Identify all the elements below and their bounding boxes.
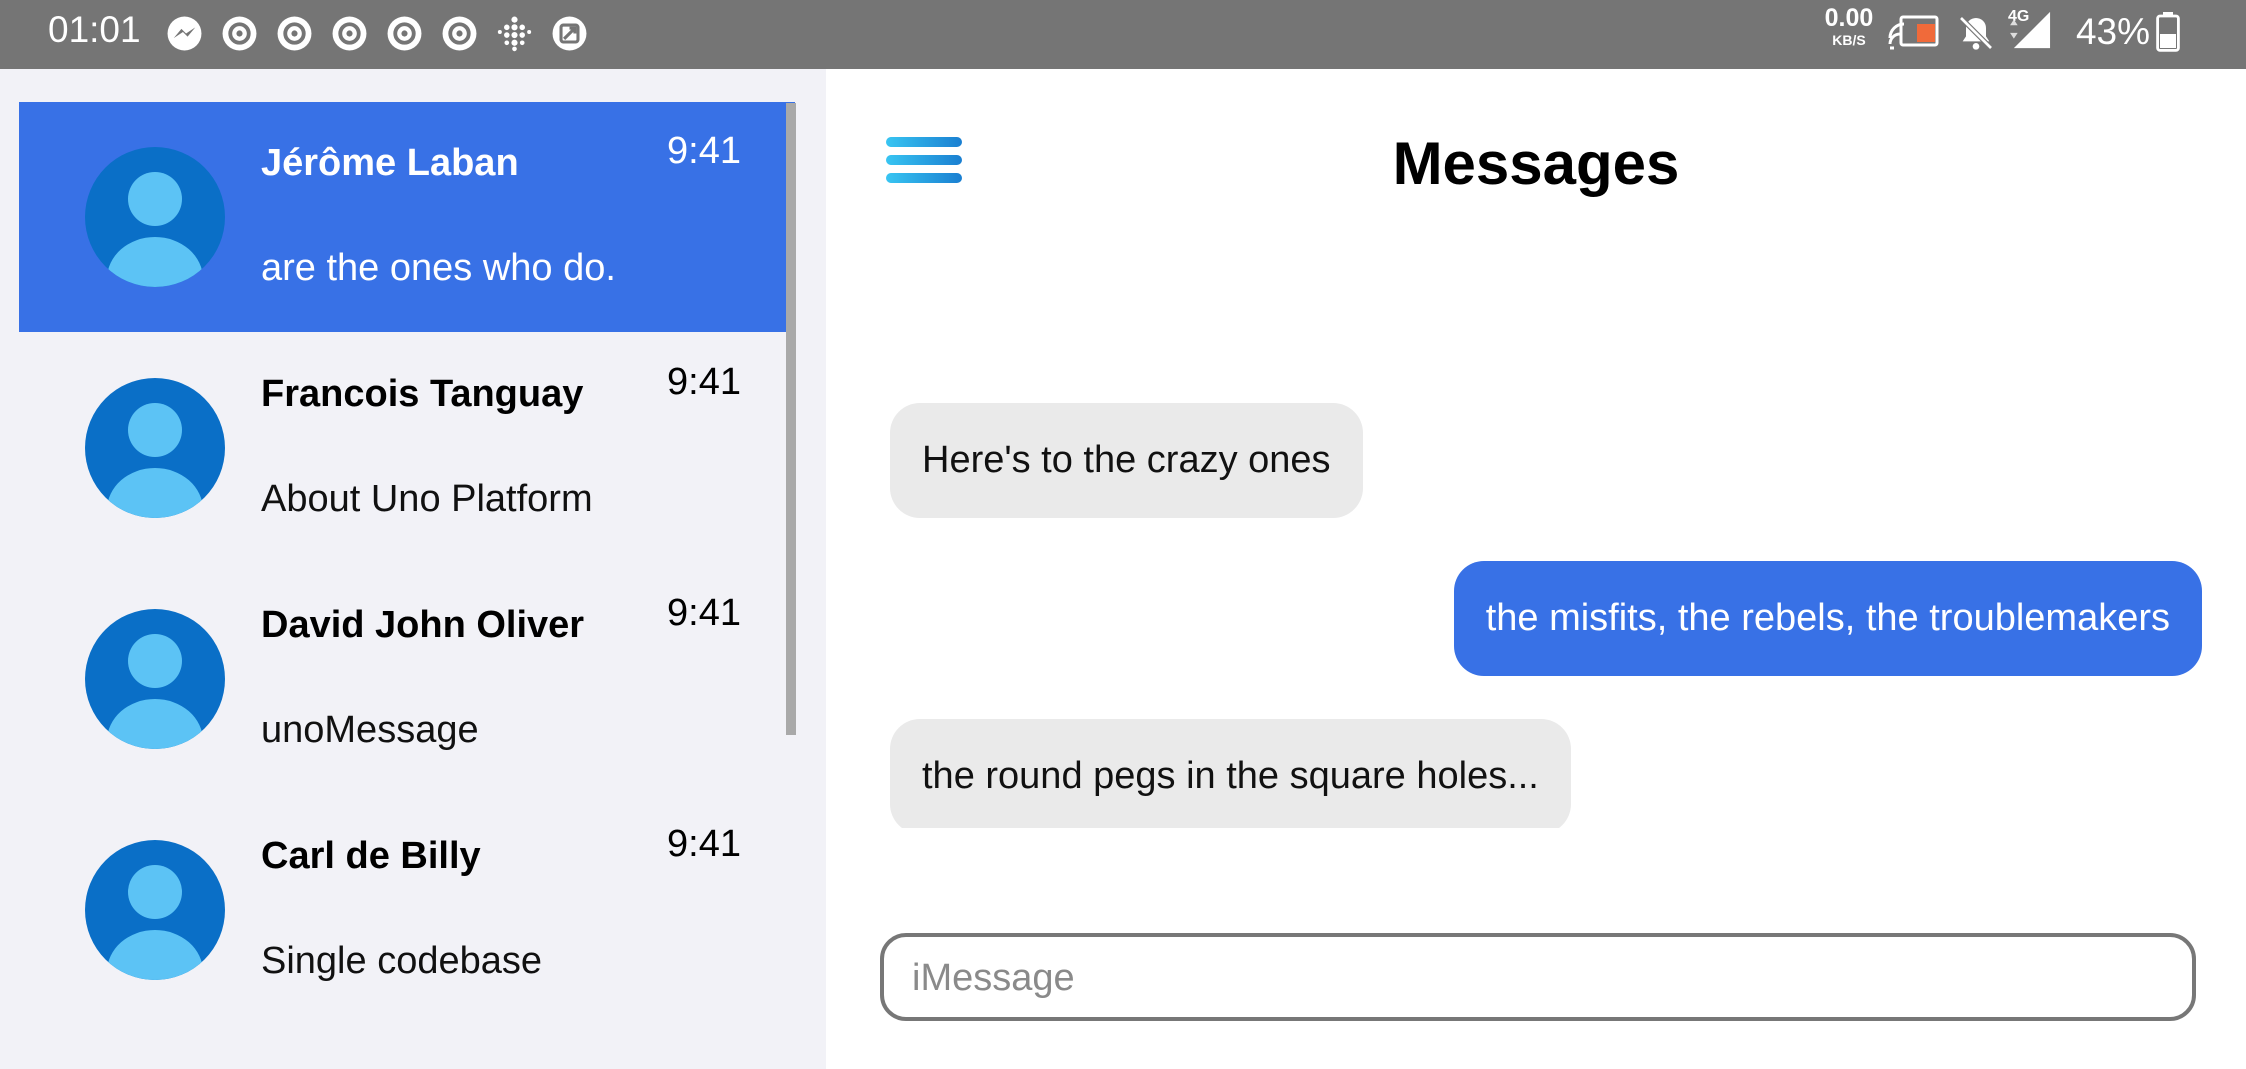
status-bar: 01:01 0.00 KB/S 4G 43%	[0, 0, 2246, 69]
bell-off-icon	[1959, 16, 1993, 50]
chat-pane: Messages Here's to the crazy ones the mi…	[826, 69, 2246, 1069]
circle-app-icon	[442, 16, 477, 50]
avatar-icon	[85, 147, 225, 287]
messenger-icon	[167, 16, 202, 50]
conversation-preview: are the ones who do.	[261, 247, 616, 289]
conversation-preview: About Uno Platform	[261, 478, 593, 520]
image-box-icon	[552, 16, 587, 50]
circle-app-icon	[332, 16, 367, 50]
message-bubble-incoming: the round pegs in the square holes...	[890, 719, 1571, 828]
avatar-icon	[85, 378, 225, 518]
conversation-preview: unoMessage	[261, 709, 479, 751]
conversation-item[interactable]: Francois Tanguay 9:41 About Uno Platform	[19, 333, 795, 563]
conversation-time: 9:41	[667, 592, 741, 634]
screen-cast-icon	[1888, 15, 1939, 50]
conversation-preview: Single codebase	[261, 940, 542, 982]
circle-app-icon	[277, 16, 312, 50]
signal-icon	[2010, 11, 2051, 49]
battery-percent: 43%	[2075, 11, 2150, 52]
conversation-item[interactable]: Jérôme Laban 9:41 are the ones who do.	[19, 102, 795, 332]
conversation-list[interactable]: Jérôme Laban 9:41 are the ones who do. F…	[0, 69, 826, 1069]
dots-grid-icon	[497, 16, 532, 51]
conversation-name: Carl de Billy	[261, 835, 481, 877]
message-composer[interactable]	[880, 933, 2196, 1021]
message-bubble-outgoing: the misfits, the rebels, the troublemake…	[1453, 561, 2202, 676]
conversation-time: 9:41	[667, 130, 741, 172]
conversation-item[interactable]: Carl de Billy 9:41 Single codebase	[19, 795, 795, 1025]
status-time: 01:01	[48, 9, 141, 50]
avatar-icon	[85, 840, 225, 980]
conversation-time: 9:41	[667, 823, 741, 865]
circle-app-icon	[222, 16, 257, 50]
message-list[interactable]: Here's to the crazy ones the misfits, th…	[826, 331, 2246, 828]
message-bubble-incoming: Here's to the crazy ones	[890, 403, 1363, 518]
message-input[interactable]	[910, 937, 2174, 1019]
avatar-icon	[85, 609, 225, 749]
network-speed: 0.00 KB/S	[1814, 4, 1884, 48]
battery-icon	[2156, 12, 2180, 52]
conversation-item[interactable]: David John Oliver 9:41 unoMessage	[19, 564, 795, 794]
list-scrollbar[interactable]	[786, 103, 796, 735]
network-speed-value: 0.00	[1824, 4, 1874, 32]
notification-icons	[166, 13, 588, 53]
conversation-time: 9:41	[667, 361, 741, 403]
conversation-name: Jérôme Laban	[261, 142, 519, 184]
circle-app-icon	[387, 16, 422, 50]
conversation-name: Francois Tanguay	[261, 373, 584, 415]
conversation-name: David John Oliver	[261, 604, 585, 646]
page-title: Messages	[1392, 130, 1680, 197]
network-speed-unit: KB/S	[1832, 32, 1866, 48]
